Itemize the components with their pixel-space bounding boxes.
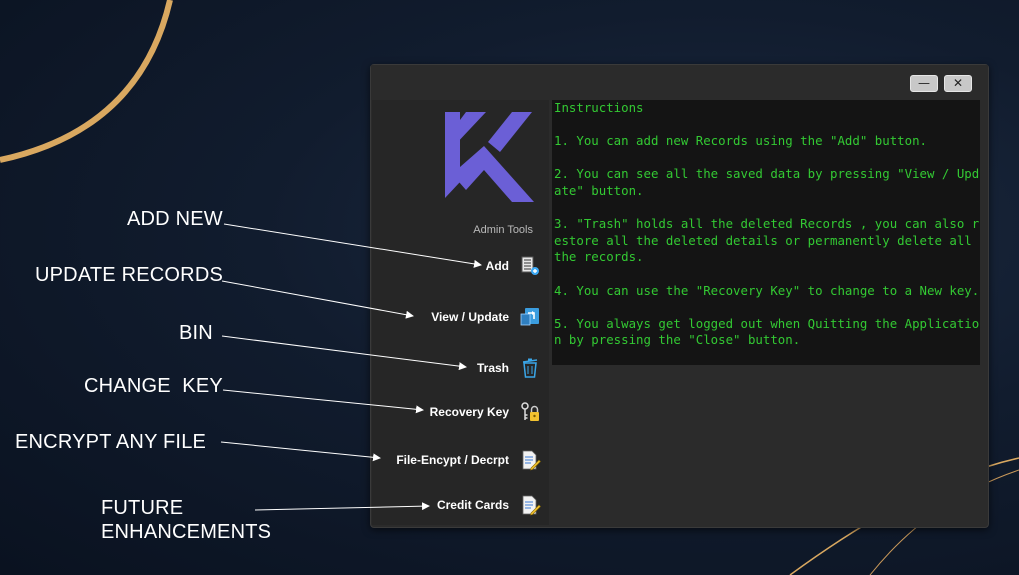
arrow-view-update [221, 280, 414, 319]
arrow-recovery-key [222, 389, 424, 414]
arrow-credit-cards [254, 502, 430, 511]
arrow-file-encrypt [220, 441, 381, 462]
annotation-arrows [220, 223, 482, 511]
arrow-add [223, 223, 482, 268]
arrow-trash [221, 335, 467, 371]
